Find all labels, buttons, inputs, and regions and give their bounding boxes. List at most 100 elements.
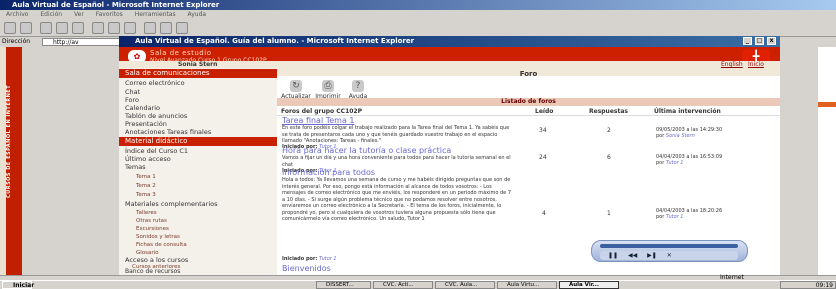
menu-herramientas[interactable]: Herramientas <box>135 11 176 18</box>
nav-subitem-otras-rutas[interactable]: Otras rutas <box>136 217 167 225</box>
nav-subitem-tema-3[interactable]: Tema 3 <box>136 191 156 199</box>
nav-subitem-tema-1[interactable]: Tema 1 <box>136 173 156 181</box>
print-icon[interactable] <box>160 22 172 34</box>
address-input[interactable]: http://av <box>42 38 130 46</box>
last-post-by-label: por <box>656 214 665 220</box>
search-icon[interactable] <box>92 22 104 34</box>
menu-ver[interactable]: Ver <box>74 11 84 18</box>
nav-subitem-excursiones[interactable]: Excursiones <box>136 225 169 233</box>
started-by-user[interactable]: Tutor 1 <box>319 256 337 262</box>
last-post-by-label: por <box>656 133 665 139</box>
last-post: 04/04/2003 a las 18:20:26 por Tutor 1 <box>656 208 722 220</box>
system-clock: 09:19 <box>780 281 836 289</box>
refresh-icon[interactable] <box>56 22 68 34</box>
reply-count: 2 <box>607 127 611 134</box>
last-post: 04/04/2003 a las 16:53:09 por Tutor 1 <box>656 154 722 166</box>
menu-edicion[interactable]: Edición <box>40 11 62 18</box>
nav-subitem-fichas[interactable]: Fichas de consulta <box>136 241 187 249</box>
english-link[interactable]: English <box>721 61 743 68</box>
help-icon: ? <box>352 80 364 92</box>
read-count: 4 <box>542 210 546 217</box>
maximize-icon[interactable]: □ <box>755 37 764 45</box>
user-name: Sonia Stern <box>178 61 218 68</box>
col-leido: Leído <box>535 108 554 115</box>
read-count: 24 <box>539 154 547 161</box>
user-bar <box>119 61 780 68</box>
nav-item-anotaciones[interactable]: Anotaciones Tareas finales <box>125 128 211 137</box>
forum-description: Hola a todos: Ya llevamos una semana de … <box>282 177 512 222</box>
taskbar-item-cvc-acti[interactable]: CVC. Acti... <box>373 281 433 289</box>
refresh-icon: ↻ <box>290 80 302 92</box>
print-icon: ⎙ <box>322 80 334 92</box>
refresh-button[interactable]: ↻ Actualizar <box>281 80 311 100</box>
home-link[interactable]: Inicio <box>748 61 764 68</box>
last-post-user[interactable]: Sonia Stern <box>666 133 695 139</box>
help-button[interactable]: ? Ayuda <box>343 80 373 100</box>
edit-icon[interactable] <box>176 22 188 34</box>
print-button[interactable]: ⎙ Imprimir <box>313 80 343 100</box>
header-title: Sala de estudio <box>150 49 212 57</box>
right-page-strip <box>818 47 836 275</box>
taskbar-item-dissert[interactable]: DISSERT... <box>316 281 371 289</box>
media-progress-bar[interactable] <box>600 244 738 248</box>
nav-section-comunicaciones: Sala de comunicaciones <box>119 69 277 78</box>
nav-subitem-tema-2[interactable]: Tema 2 <box>136 182 156 190</box>
nav-item-temas[interactable]: Temas <box>125 163 146 172</box>
forum-description: Vamos a fijar un día y una hora convenie… <box>282 155 511 168</box>
forum-list-header: Listado de foros <box>277 98 780 106</box>
forum-title[interactable]: Bienvenidos <box>277 264 780 273</box>
menu-ayuda[interactable]: Ayuda <box>188 11 207 18</box>
last-post: 09/05/2003 a las 14:29:30 por Sonia Stern <box>656 127 722 139</box>
next-icon[interactable]: ▶❚ <box>647 252 657 259</box>
reply-count: 6 <box>607 154 611 161</box>
inner-window-title: Aula Virtual de Español. Guía del alumno… <box>119 36 780 47</box>
forum-description: En este foro podéis colgar el trabajo re… <box>282 125 510 144</box>
media-controls: ❚❚ ◀◀ ▶❚ ✕ <box>600 251 738 260</box>
table-header: Foros del grupo CC102P Leído Respuestas … <box>277 107 780 116</box>
ie-outer-window: Aula Virtual de Español - Microsoft Inte… <box>0 0 836 289</box>
taskbar-item-cvc-aula[interactable]: CVC. Aula... <box>435 281 495 289</box>
taskbar-item-aula-virtu[interactable]: Aula Virtu... <box>497 281 557 289</box>
stop-icon[interactable]: ✕ <box>667 252 672 259</box>
menu-archivo[interactable]: Archivo <box>6 11 28 18</box>
start-button[interactable]: Iniciar <box>2 281 34 289</box>
minimize-icon[interactable]: _ <box>743 37 752 45</box>
history-icon[interactable] <box>124 22 136 34</box>
outer-window-title: Aula Virtual de Español - Microsoft Inte… <box>0 0 836 10</box>
forum-title[interactable]: Tarea final Tema 1 <box>277 116 780 125</box>
reply-count: 1 <box>607 210 611 217</box>
mail-icon[interactable] <box>144 22 156 34</box>
address-label: Dirección <box>2 38 31 45</box>
nav-item-complementarios[interactable]: Materiales complementarios <box>125 200 218 209</box>
stop-icon[interactable] <box>40 22 52 34</box>
last-post-user[interactable]: Tutor 1 <box>666 160 684 166</box>
started-by-label: Iniciado por: <box>282 256 318 262</box>
table-row: Bienvenidos <box>277 264 780 273</box>
nav-subitem-talleres[interactable]: Talleres <box>136 209 157 217</box>
home-icon[interactable] <box>72 22 84 34</box>
back-icon[interactable] <box>4 22 16 34</box>
close-icon[interactable]: x <box>767 37 776 45</box>
pause-icon[interactable]: ❚❚ <box>608 252 618 259</box>
last-post-user[interactable]: Tutor 1 <box>666 214 684 220</box>
col-respuestas: Respuestas <box>589 108 628 115</box>
page-title: Foro <box>519 70 538 78</box>
forward-icon[interactable] <box>20 22 32 34</box>
nav-item-correo[interactable]: Correo electrónico <box>125 79 185 88</box>
outer-menu-bar: Archivo Edición Ver Favoritos Herramient… <box>0 10 836 19</box>
col-ultima: Última intervención <box>654 108 721 115</box>
right-accent <box>818 102 836 107</box>
rewind-icon[interactable]: ◀◀ <box>628 252 637 259</box>
nav-section-material: Material didáctico <box>119 137 277 146</box>
last-post-by-label: por <box>656 160 665 166</box>
col-foros: Foros del grupo CC102P <box>281 108 362 115</box>
read-count: 34 <box>539 127 547 134</box>
nav-subitem-sonidos[interactable]: Sonidos y letras <box>136 233 180 241</box>
menu-favoritos[interactable]: Favoritos <box>96 11 123 18</box>
forum-title[interactable]: Información para todos <box>277 168 780 177</box>
taskbar-item-aula-vir[interactable]: Aula Vir... <box>559 281 619 289</box>
outer-toolbar <box>0 19 836 37</box>
favorites-icon[interactable] <box>108 22 120 34</box>
inner-window-title-text: Aula Virtual de Español. Guía del alumno… <box>135 37 415 45</box>
vertical-brand-text: CURSOS DE ESPAÑOL EN INTERNET <box>6 47 22 275</box>
